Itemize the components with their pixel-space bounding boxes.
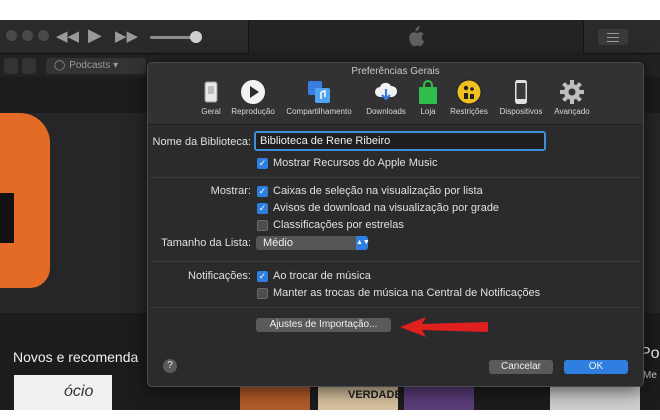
checkmark-icon: ✓ — [257, 202, 268, 214]
list-checkboxes-option[interactable]: ✓ Caixas de seleção na visualização por l… — [257, 185, 483, 197]
apple-music-checkbox[interactable]: ✓ Mostrar Recursos do Apple Music — [257, 157, 437, 169]
volume-knob[interactable] — [190, 31, 202, 43]
help-button[interactable]: ? — [163, 359, 177, 373]
album-tile-text: VERDADES — [348, 389, 410, 401]
tab-store[interactable]: Loja — [413, 79, 443, 116]
preferences-toolbar: Preferências Gerais Geral Reprodução Com… — [148, 63, 643, 125]
play-icon[interactable]: ▶ — [88, 25, 102, 46]
tab-restrictions[interactable]: Restrições — [445, 79, 493, 116]
updown-arrows-icon: ▲▼ — [356, 236, 370, 250]
cancel-button[interactable]: Cancelar — [489, 360, 553, 374]
section-title: Novos e recomenda — [13, 349, 139, 365]
album-tile[interactable]: ócio — [14, 375, 112, 410]
itunes-titlebar: ◀◀ ▶ ▶▶ — [0, 20, 660, 54]
gear-icon — [559, 79, 585, 105]
tab-downloads[interactable]: Downloads — [362, 79, 410, 116]
library-name-label: Nome da Biblioteca: — [152, 136, 251, 148]
list-size-value: Médio — [263, 237, 293, 249]
tab-store-label: Loja — [420, 107, 436, 116]
list-size-label: Tamanho da Lista: — [161, 237, 251, 249]
tab-sharing[interactable]: Compartilhamento — [280, 79, 358, 116]
tab-advanced[interactable]: Avançado — [549, 79, 595, 116]
library-name-field[interactable]: Biblioteca de Rene Ribeiro — [254, 131, 546, 151]
tab-general-label: Geral — [201, 107, 221, 116]
tab-restrictions-label: Restrições — [450, 107, 488, 116]
fast-forward-icon[interactable]: ▶▶ — [115, 27, 138, 45]
zoom-window-button[interactable] — [38, 30, 49, 41]
sharing-icon — [306, 79, 332, 105]
empty-checkbox-icon — [257, 219, 268, 231]
option-label: Manter as trocas de música na Central de… — [273, 287, 541, 299]
minimize-window-button[interactable] — [22, 30, 33, 41]
empty-checkbox-icon — [257, 287, 268, 299]
podcast-icon: ◯ — [54, 60, 66, 71]
option-label: Ao trocar de música — [273, 270, 371, 282]
show-label: Mostrar: — [210, 185, 251, 197]
parental-icon — [456, 79, 482, 105]
notification-center-option[interactable]: Manter as trocas de música na Central de… — [257, 287, 540, 299]
cloud-download-icon — [373, 79, 399, 105]
divider — [150, 307, 640, 308]
album-tile-text: ócio — [64, 383, 94, 400]
star-ratings-option[interactable]: Classificações por estrelas — [257, 219, 404, 231]
tab-advanced-label: Avançado — [554, 107, 590, 116]
checkmark-icon: ✓ — [257, 157, 268, 169]
forward-button[interactable] — [22, 58, 36, 74]
import-settings-button[interactable]: Ajustes de Importação... — [256, 318, 391, 332]
song-change-option[interactable]: ✓ Ao trocar de música — [257, 270, 371, 282]
switch-icon — [198, 79, 224, 105]
divider — [150, 177, 640, 178]
tab-playback-label: Reprodução — [231, 107, 275, 116]
checkmark-icon: ✓ — [257, 185, 268, 197]
tab-downloads-label: Downloads — [366, 107, 406, 116]
cut-off-subtitle: Me — [643, 370, 657, 381]
apple-music-label: Mostrar Recursos do Apple Music — [273, 157, 438, 169]
tab-general[interactable]: Geral — [192, 77, 230, 119]
media-picker-label: Podcasts — [69, 60, 111, 71]
tab-devices-label: Dispositivos — [499, 107, 543, 116]
checkmark-icon: ✓ — [257, 270, 268, 282]
back-button[interactable] — [4, 58, 18, 74]
tab-playback[interactable]: Reprodução — [228, 79, 278, 116]
iphone-icon — [508, 79, 534, 105]
divider — [150, 261, 640, 262]
tab-devices[interactable]: Dispositivos — [495, 79, 547, 116]
download-alerts-option[interactable]: ✓ Avisos de download na visualização por … — [257, 202, 499, 214]
play-icon — [240, 79, 266, 105]
rewind-icon[interactable]: ◀◀ — [56, 27, 79, 45]
annotation-arrow-icon — [400, 317, 488, 337]
media-picker[interactable]: ◯ Podcasts ▾ — [46, 58, 146, 74]
tab-sharing-label: Compartilhamento — [286, 107, 352, 116]
list-size-select[interactable]: Médio ▲▼ — [256, 236, 370, 250]
featured-artwork-detail — [0, 193, 14, 243]
notifications-label: Notificações: — [188, 270, 251, 282]
option-label: Avisos de download na visualização por g… — [273, 202, 500, 214]
ok-button[interactable]: OK — [564, 360, 628, 374]
up-next-list-button[interactable] — [598, 29, 628, 45]
apple-logo-icon — [409, 26, 425, 47]
store-bag-icon — [415, 79, 441, 105]
dialog-title: Preferências Gerais — [351, 66, 440, 77]
option-label: Classificações por estrelas — [273, 219, 404, 231]
close-window-button[interactable] — [6, 30, 17, 41]
option-label: Caixas de seleção na visualização por li… — [273, 185, 483, 197]
